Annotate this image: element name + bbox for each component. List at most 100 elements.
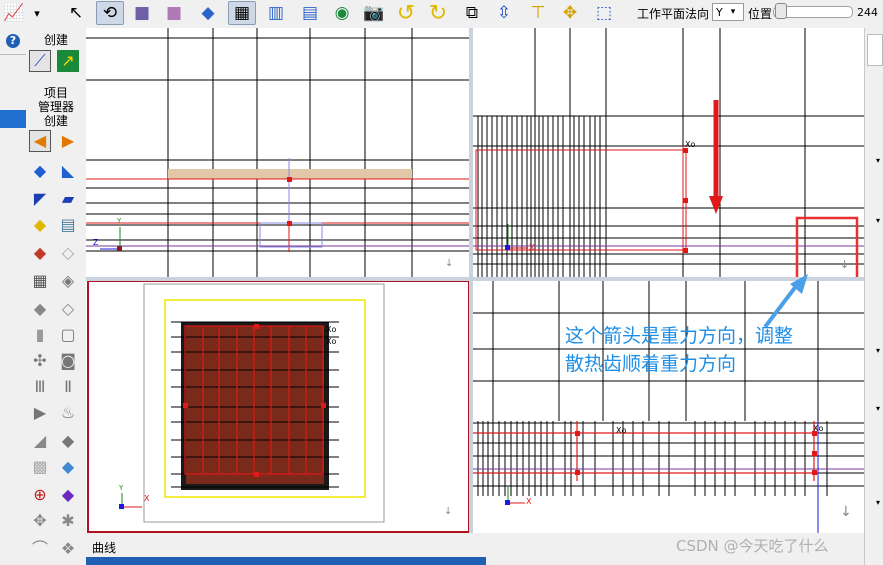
coord-tag: Xo [616,426,626,435]
position-value[interactable]: 244 [857,3,878,21]
fan-icon[interactable]: ✣ [29,350,51,372]
prism-icon[interactable]: ◣ [57,160,79,182]
slanted-block-icon[interactable]: ▰ [57,188,79,210]
arrow-right-icon[interactable]: ▶ [57,130,79,152]
floating-window-titlebar[interactable] [86,557,486,565]
help-icon[interactable]: ? [6,34,20,48]
coord-tag: Xo [685,140,695,149]
pcb-icon[interactable]: ▦ [29,270,51,292]
power-icon[interactable]: ♨ [57,402,79,424]
region-icon[interactable]: ◢ [29,430,51,452]
main-toolbar: 📈 ▾ ↖ ⟲ ■ ■ ◆ ▦ ▥ ▤ ◉ 📷 ↺ ↻ ⧉ ⇳ ⊤ ✥ ⬚ 工作… [0,0,883,29]
volume-region-icon[interactable]: ◆ [57,484,79,506]
axis-triad [119,493,142,509]
plane-icon[interactable]: ✥ [29,510,51,532]
block-icon[interactable]: ◆ [29,160,51,182]
annotation-line1: 这个箭头是重力方向，调整 [565,325,794,347]
axis-select-value: Y [716,5,723,19]
axis-label-x: X [144,494,150,503]
chevron-down-icon[interactable]: ▾ [876,346,880,355]
sketch-icon[interactable]: ⟋ [29,50,51,72]
viewport-top-left[interactable]: Y Z ↓ [86,28,469,277]
project-manager-line2[interactable]: 管理器 [26,100,86,114]
align-icon[interactable]: ⇳ [490,1,518,25]
create-header: 创建 [43,33,68,47]
chevron-down-icon[interactable]: ▾ [876,404,880,413]
assembly2-icon[interactable]: ❖ [57,538,79,560]
eye-icon[interactable]: ◉ [328,1,356,25]
project-manager-line1[interactable]: 项目 [26,86,86,100]
chevron-down-icon[interactable]: ▾ [876,216,880,225]
axis-label-x: X [526,497,532,506]
via-icon[interactable]: ◈ [57,270,79,292]
opening-icon[interactable]: ▢ [57,324,79,346]
camera-icon[interactable]: 📷 [360,1,388,25]
network-icon[interactable]: ▤ [57,214,79,236]
snap-icon[interactable]: ⬚ [590,1,618,25]
move-icon[interactable]: ✥ [556,1,584,25]
side-tab[interactable] [867,34,883,66]
measure-icon[interactable]: ⊤ [524,1,552,25]
divider [0,54,26,55]
mesh-color-icon[interactable]: ↗ [57,50,79,72]
chevron-down-icon[interactable]: ▾ [876,498,880,507]
fit-icon[interactable]: ⧉ [458,1,486,25]
axis-label-y: Y [118,484,124,492]
arrow-left-icon[interactable]: ◀ [29,130,51,152]
grid-icon[interactable]: ▩ [29,456,51,478]
callout-arrowhead [790,274,808,294]
axis-select[interactable]: Y ▾ [712,3,744,21]
monitor-point-icon[interactable]: ⊕ [29,484,51,506]
left-panel-strip: ? [0,28,27,565]
transform-icon[interactable]: ✱ [57,510,79,532]
box-view-icon[interactable]: ■ [128,1,156,25]
gravity-icon: ↓ [840,504,852,520]
plate-icon[interactable]: ◆ [29,298,51,320]
gravity-icon: ↓ [840,258,849,271]
chart-icon[interactable]: 📈 [0,1,28,25]
assembly-icon[interactable]: ◇ [57,242,79,264]
create-palette: 创建 ⟋ ↗ 项目 管理器 创建 ◀ ▶ ◆ ◣ ◤ ▰ ◆ ▤ ◆ ◇ ▦ ◈… [26,28,86,565]
position-slider-thumb[interactable] [775,3,787,19]
rotate-view-icon[interactable]: ⟲ [96,1,124,25]
component-icon[interactable]: ◆ [29,242,51,264]
axis-label-z: Z [93,238,99,247]
cube-icon[interactable]: ◆ [194,1,222,25]
select-pointer-icon[interactable]: ↖ [62,1,90,25]
coord-tag: Xo [813,424,823,433]
split-vertical-icon[interactable]: ▤ [296,1,324,25]
project-manager-line3[interactable]: 创建 [26,114,86,128]
viewport-bottom-left[interactable]: Xo Xo Y X ↓ [87,280,470,533]
cylinder-icon[interactable]: ▮ [29,324,51,346]
diamond-icon[interactable]: ◆ [57,430,79,452]
heat-sink-icon[interactable]: Ⅲ [29,376,51,398]
work-plane-label: 工作平面法向 [637,7,710,21]
rotate-ccw-icon[interactable]: ↺ [392,1,420,26]
axis-label-x: X [529,243,535,252]
curve-tab-label[interactable]: 曲线 [92,539,116,556]
four-view-icon[interactable]: ▦ [228,1,256,25]
rotate-cw-icon[interactable]: ↻ [424,1,452,26]
wall-icon[interactable]: ◇ [57,298,79,320]
curve-icon[interactable]: ⌒ [29,538,51,560]
toolbar-dropdown-arrow[interactable]: ▾ [30,1,44,25]
chevron-down-icon[interactable]: ▾ [876,156,880,165]
gravity-icon: ↓ [444,506,452,517]
wedge-icon[interactable]: ◤ [29,188,51,210]
split-horizontal-icon[interactable]: ▥ [262,1,290,25]
box-view-alt-icon[interactable]: ■ [160,1,188,25]
axis-triad [100,227,122,251]
heat-source-icon[interactable]: ◆ [29,214,51,236]
annotation-line2: 散热齿顺着重力方向 [565,353,737,375]
viewport-top-right[interactable]: Xo X ↓ [473,28,864,277]
cuboid-icon[interactable]: ◆ [57,456,79,478]
gravity-icon: ↓ [445,258,453,269]
enclosure-icon[interactable]: ◙ [57,350,79,372]
resistance-icon[interactable]: ▶ [29,402,51,424]
viewport-splitter-horizontal[interactable] [86,277,864,281]
annotation-text: 这个箭头是重力方向，调整 散热齿顺着重力方向 [565,322,865,378]
heat-pipe-icon[interactable]: Ⅱ [57,376,79,398]
selected-tree-item[interactable] [0,110,26,128]
axis-triad [505,486,525,505]
chevron-down-icon: ▾ [730,7,736,17]
